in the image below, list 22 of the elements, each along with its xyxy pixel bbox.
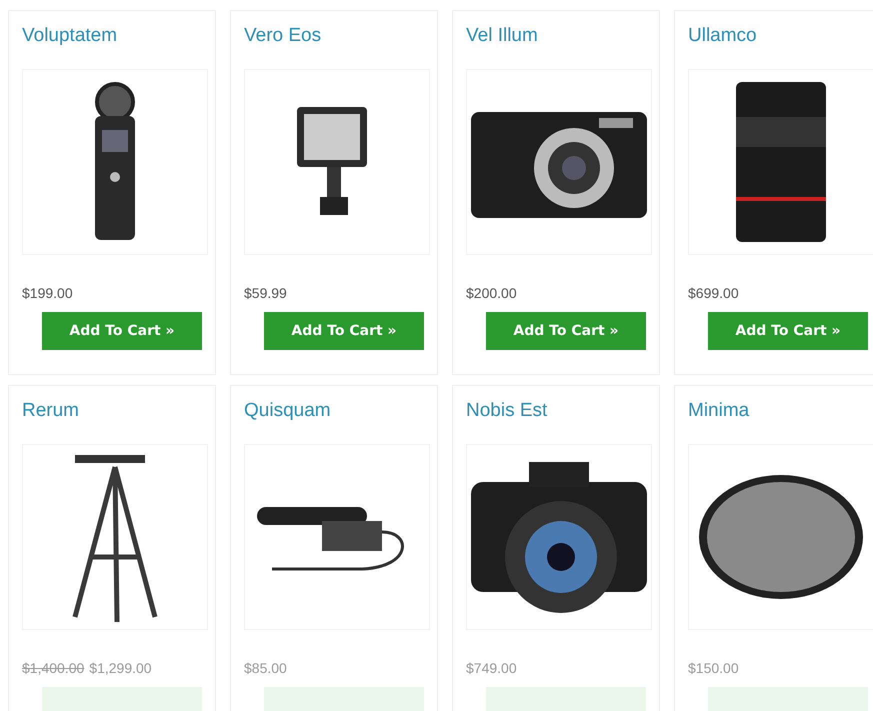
product-title-link[interactable]: Vel Illum bbox=[466, 23, 538, 49]
lens-filter-icon bbox=[696, 472, 866, 602]
price: $199.00 bbox=[22, 285, 73, 301]
price: $749.00 bbox=[466, 660, 517, 676]
add-to-cart-button[interactable]: Add To Cart » bbox=[486, 312, 646, 350]
price: $699.00 bbox=[688, 285, 739, 301]
price: $85.00 bbox=[244, 660, 287, 676]
price: $150.00 bbox=[688, 660, 739, 676]
price: $200.00 bbox=[466, 285, 517, 301]
product-title-link[interactable]: Voluptatem bbox=[22, 23, 118, 49]
add-to-cart-button[interactable]: Add To Cart » bbox=[264, 312, 424, 350]
old-price: $1,400.00 bbox=[22, 660, 84, 676]
product-title-link[interactable]: Minima bbox=[688, 398, 750, 424]
add-to-cart-button[interactable]: Add To Cart » bbox=[708, 312, 868, 350]
product-title-link[interactable]: Rerum bbox=[22, 398, 80, 424]
product-title-link[interactable]: Vero Eos bbox=[244, 23, 322, 49]
product-title-link[interactable]: Quisquam bbox=[244, 398, 331, 424]
price: $59.99 bbox=[244, 285, 287, 301]
product-title-link[interactable]: Ullamco bbox=[688, 23, 757, 49]
add-to-cart-button[interactable]: Add To Cart » bbox=[42, 312, 202, 350]
price: $1,299.00 bbox=[89, 660, 152, 676]
product-title-link[interactable]: Nobis Est bbox=[466, 398, 548, 424]
